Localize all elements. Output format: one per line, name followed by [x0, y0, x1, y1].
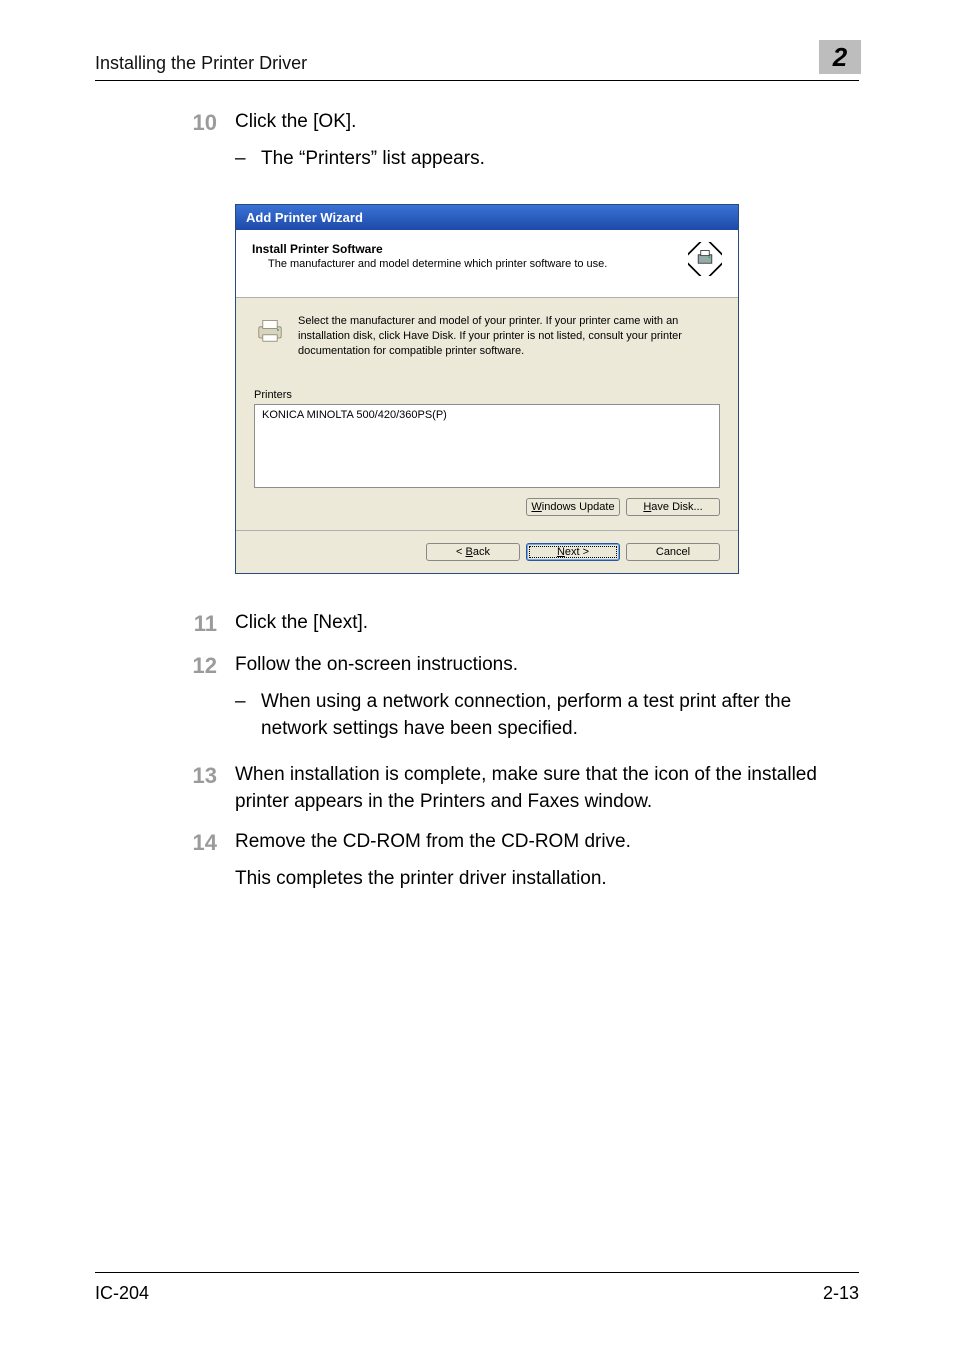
step-11: 11 Click the [Next]. — [95, 610, 859, 639]
chapter-number-badge: 2 — [819, 40, 861, 74]
add-printer-wizard-dialog: Add Printer Wizard Install Printer Softw… — [235, 204, 739, 574]
bullet-text: When using a network connection, perform… — [261, 689, 859, 742]
step-number: 13 — [95, 762, 235, 815]
back-button[interactable]: < Back — [426, 543, 520, 561]
printers-listbox[interactable]: KONICA MINOLTA 500/420/360PS(P) — [254, 404, 720, 488]
step-text: Click the [Next]. — [235, 610, 859, 637]
step-number: 12 — [95, 652, 235, 748]
footer-left: IC-204 — [95, 1283, 149, 1304]
bullet-text: The “Printers” list appears. — [261, 146, 859, 173]
step-number: 10 — [95, 109, 235, 178]
step-after-text: This completes the printer driver instal… — [235, 866, 859, 893]
dialog-banner: Install Printer Software The manufacture… — [236, 230, 738, 298]
page-footer: IC-204 2-13 — [95, 1272, 859, 1304]
windows-update-button[interactable]: Windows Update — [526, 498, 620, 516]
header-title: Installing the Printer Driver — [95, 53, 307, 74]
step-number: 14 — [95, 829, 235, 892]
step-13: 13 When installation is complete, make s… — [95, 762, 859, 815]
printers-list-label: Printers — [254, 389, 720, 401]
instruction-text: Select the manufacturer and model of you… — [298, 314, 720, 359]
printer-diamond-icon — [688, 242, 722, 281]
step-sub-bullet: – The “Printers” list appears. — [235, 146, 859, 173]
next-button[interactable]: Next > — [526, 543, 620, 561]
step-14: 14 Remove the CD-ROM from the CD-ROM dri… — [95, 829, 859, 892]
step-number: 11 — [95, 610, 235, 639]
step-text: Remove the CD-ROM from the CD-ROM drive. — [235, 829, 859, 856]
instruction-row: Select the manufacturer and model of you… — [254, 314, 720, 359]
step-12: 12 Follow the on-screen instructions. – … — [95, 652, 859, 748]
dash: – — [235, 146, 261, 173]
page-header: Installing the Printer Driver 2 — [95, 40, 859, 81]
footer-right: 2-13 — [823, 1283, 859, 1304]
banner-subtext: The manufacturer and model determine whi… — [252, 258, 607, 270]
dialog-title-bar: Add Printer Wizard — [236, 205, 738, 230]
printer-icon — [254, 314, 286, 359]
step-text: When installation is complete, make sure… — [235, 762, 859, 815]
cancel-button[interactable]: Cancel — [626, 543, 720, 561]
list-item[interactable]: KONICA MINOLTA 500/420/360PS(P) — [262, 409, 712, 421]
wizard-screenshot: Add Printer Wizard Install Printer Softw… — [235, 204, 859, 574]
step-10: 10 Click the [OK]. – The “Printers” list… — [95, 109, 859, 178]
have-disk-button[interactable]: Have Disk... — [626, 498, 720, 516]
dialog-footer: < Back Next > Cancel — [236, 530, 738, 573]
step-text: Click the [OK]. — [235, 109, 859, 136]
step-sub-bullet: – When using a network connection, perfo… — [235, 689, 859, 742]
dash: – — [235, 689, 261, 742]
step-text: Follow the on-screen instructions. — [235, 652, 859, 679]
banner-heading: Install Printer Software — [252, 242, 607, 256]
